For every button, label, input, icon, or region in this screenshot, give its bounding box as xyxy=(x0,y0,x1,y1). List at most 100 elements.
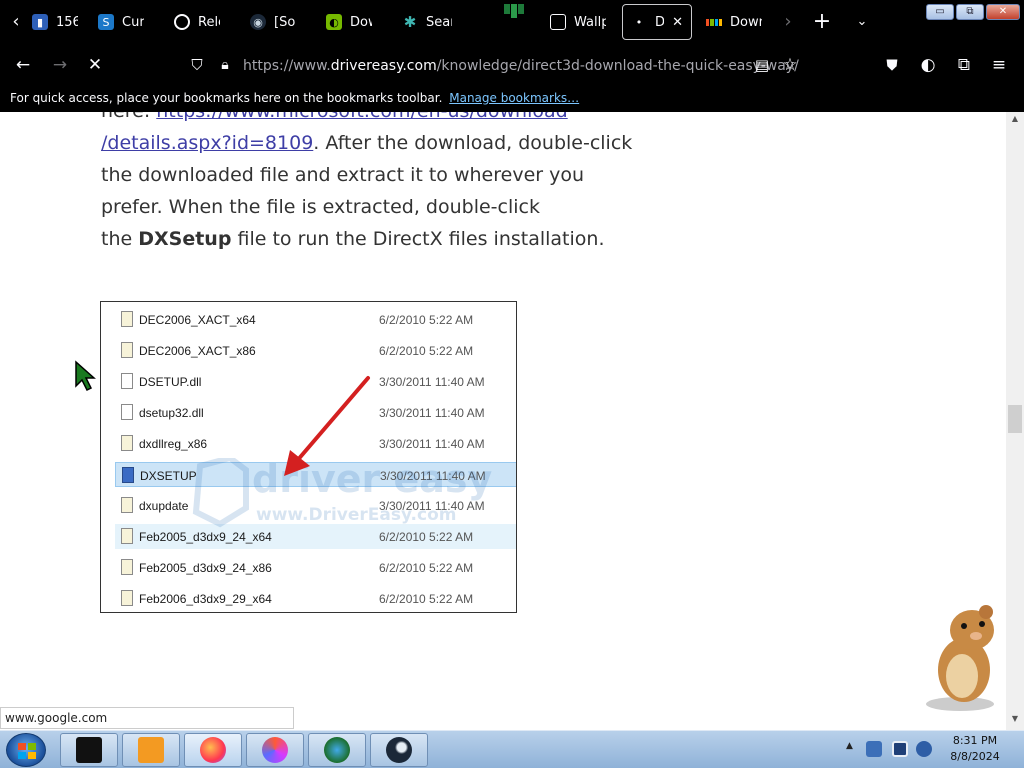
tray-monitor-icon[interactable] xyxy=(892,741,908,757)
file-row[interactable]: DEC2006_XACT_x64 6/2/2010 5:22 AM xyxy=(115,307,516,332)
start-button[interactable] xyxy=(6,733,46,767)
file-name: DSETUP.dll xyxy=(139,375,202,389)
padlock-icon[interactable]: 🔒︎ xyxy=(212,52,238,78)
back-arrow-icon[interactable]: ← xyxy=(10,52,36,78)
bookmarks-empty-message: For quick access, place your bookmarks h… xyxy=(10,91,443,105)
taskbar-browser[interactable] xyxy=(246,733,304,767)
file-date-modified: 3/30/2011 11:40 AM xyxy=(379,437,485,451)
link-status-bar: www.google.com xyxy=(0,707,294,729)
minimize-button[interactable]: ▭ xyxy=(926,4,954,20)
file-name: DEC2006_XACT_x86 xyxy=(139,344,256,358)
pocket-icon[interactable]: ⛊ xyxy=(879,52,905,78)
file-row[interactable]: Feb2005_d3dx9_24_x86 6/2/2010 5:22 AM xyxy=(115,555,516,580)
puzzle-icon: ✱ xyxy=(403,13,417,31)
file-date-modified: 6/2/2010 5:22 AM xyxy=(379,313,474,327)
tab-label: Searc xyxy=(426,14,452,30)
file-name: dxdllreg_x86 xyxy=(139,437,208,451)
theme-contrast-icon[interactable]: ◐ xyxy=(915,52,941,78)
list-all-tabs-icon[interactable]: ⌄ xyxy=(852,9,872,35)
setup-exe-icon xyxy=(122,467,134,483)
taskbar-clock[interactable]: 8:31 PM 8/8/2024 xyxy=(940,733,1010,765)
taskbar-firefox[interactable] xyxy=(184,733,242,767)
scroll-tabs-right-icon[interactable]: › xyxy=(778,9,798,35)
reader-view-icon[interactable]: ▤ xyxy=(749,52,775,78)
taskbar-terminal[interactable] xyxy=(60,733,118,767)
media-indicator-icon xyxy=(500,4,528,18)
url-text[interactable]: https://www.drivereasy.com/knowledge/dir… xyxy=(243,58,799,74)
restore-button[interactable]: ⧉ xyxy=(956,4,984,20)
article-line: here: https://www.microsoft.com/en-us/do… xyxy=(101,112,568,127)
stop-loading-icon[interactable]: ✕ xyxy=(82,52,108,78)
file-row[interactable]: dxupdate 3/30/2011 11:40 AM xyxy=(115,493,516,518)
article-line: prefer. When the file is extracted, doub… xyxy=(101,196,540,218)
show-hidden-icons-icon[interactable]: ▲ xyxy=(846,741,853,751)
taskbar-media-player[interactable] xyxy=(122,733,180,767)
file-row[interactable]: Feb2006_d3dx9_29_x64 6/2/2010 5:22 AM xyxy=(115,586,516,611)
taskbar-steam[interactable] xyxy=(370,733,428,767)
github-icon xyxy=(174,14,190,30)
terminal-icon xyxy=(76,737,102,763)
wallpaper-icon xyxy=(550,14,566,30)
download-link-continued[interactable]: /details.aspx?id=8109 xyxy=(101,132,313,154)
tray-app-icon[interactable] xyxy=(866,741,882,757)
red-arrow-icon xyxy=(284,376,370,476)
tab-2[interactable]: Relea xyxy=(166,4,228,40)
tab-6[interactable]: Wallp xyxy=(542,4,614,40)
loading-dot-icon: • xyxy=(635,15,643,29)
hamburger-menu-icon[interactable]: ≡ xyxy=(986,52,1012,78)
tab-4[interactable]: ◐ Down xyxy=(318,4,380,40)
tab-0[interactable]: ▮ 15613 xyxy=(24,4,86,40)
nvidia-icon: ◐ xyxy=(326,14,342,30)
scroll-tabs-left-icon[interactable]: ‹ xyxy=(6,9,26,35)
file-row[interactable]: Feb2005_d3dx9_24_x64 6/2/2010 5:22 AM xyxy=(115,524,516,549)
cab-file-icon xyxy=(121,435,133,451)
file-date-modified: 3/30/2011 11:40 AM xyxy=(380,469,486,483)
file-date-modified: 6/2/2010 5:22 AM xyxy=(379,344,474,358)
tray-volume-icon[interactable] xyxy=(916,741,932,757)
tab-label: Down xyxy=(350,14,372,30)
url-prefix: https://www. xyxy=(243,58,331,74)
url-path: /knowledge/direct3d-download-the-quick-e… xyxy=(436,58,799,74)
tab-label: [Solve xyxy=(274,14,296,30)
tab-1[interactable]: S Curso xyxy=(90,4,152,40)
file-name: dxupdate xyxy=(139,499,189,513)
tab-8[interactable]: Down xyxy=(698,4,770,40)
forward-arrow-icon[interactable]: → xyxy=(47,52,73,78)
browser-swirl-icon xyxy=(262,737,288,763)
scroll-up-icon[interactable]: ▲ xyxy=(1008,114,1022,126)
manage-bookmarks-link[interactable]: Manage bookmarks… xyxy=(449,91,579,105)
download-link[interactable]: https://www.microsoft.com/en-us/download xyxy=(156,112,567,122)
file-name: Feb2005_d3dx9_24_x64 xyxy=(139,530,272,544)
url-domain: drivereasy.com xyxy=(330,58,437,74)
tracking-shield-icon[interactable]: ⛉ xyxy=(184,52,210,78)
hamster-mascot-icon xyxy=(926,605,994,711)
close-window-button[interactable]: ✕ xyxy=(986,4,1020,20)
tab-label: Relea xyxy=(198,14,220,30)
file-date-modified: 3/30/2011 11:40 AM xyxy=(379,499,485,513)
tab-7-active[interactable]: • Dir ✕ xyxy=(622,4,692,40)
file-row[interactable]: DEC2006_XACT_x86 6/2/2010 5:22 AM xyxy=(115,338,516,363)
tab-label: Dir xyxy=(655,14,665,30)
mouse-cursor-icon xyxy=(75,360,96,392)
cab-file-icon xyxy=(121,311,133,327)
tab-label: Down xyxy=(730,14,762,30)
file-date-modified: 6/2/2010 5:22 AM xyxy=(379,592,474,606)
article-line: the DXSetup file to run the DirectX file… xyxy=(101,228,605,250)
scroll-down-icon[interactable]: ▼ xyxy=(1008,714,1022,726)
taskbar-download-manager[interactable] xyxy=(308,733,366,767)
scroll-thumb[interactable] xyxy=(1008,405,1022,433)
file-date-modified: 6/2/2010 5:22 AM xyxy=(379,561,474,575)
close-tab-icon[interactable]: ✕ xyxy=(672,15,683,30)
article-line: the downloaded file and extract it to wh… xyxy=(101,164,585,186)
tab-5[interactable]: ✱ Searc xyxy=(394,4,460,40)
bookmark-star-icon[interactable]: ☆ xyxy=(777,52,803,78)
navigation-toolbar: ← → ✕ ⛉ 🔒︎ https://www.drivereasy.com/kn… xyxy=(0,44,1024,86)
new-tab-icon[interactable]: + xyxy=(812,9,832,35)
cab-file-icon xyxy=(121,590,133,606)
extensions-icon[interactable]: ⧉ xyxy=(951,52,977,78)
tab-3[interactable]: ◉ [Solve xyxy=(242,4,304,40)
tab-label: Wallp xyxy=(574,14,606,30)
tab-strip: ‹ ▮ 15613 S Curso Relea ◉ [Solve ◐ Down … xyxy=(0,0,1024,44)
steam-icon xyxy=(386,737,412,763)
dxsetup-bold: DXSetup xyxy=(138,228,232,250)
